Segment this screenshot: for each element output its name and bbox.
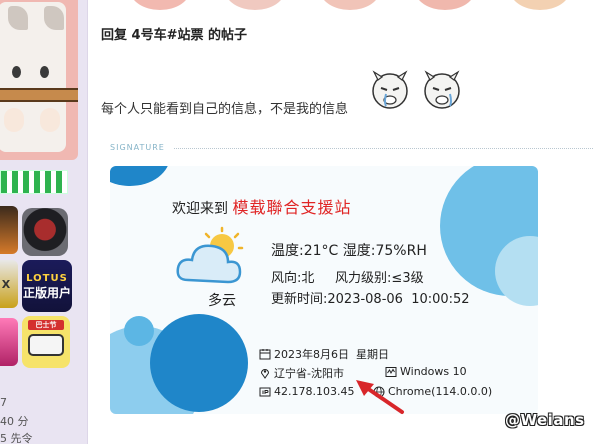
lotus-bottom-text: 正版用户 [22,286,71,300]
top-badge [225,0,285,10]
wind-info: 风向:北 风力级别:≤3级 [271,271,424,286]
update-time: 更新时间:2023-08-06 10:00:52 [271,292,470,307]
os-monitor-icon [385,366,397,377]
location-text: 辽宁省-沈阳市 [274,367,344,380]
signature-welcome: 欢迎来到 模载聯合支援站 [172,194,351,218]
top-badge [510,0,570,10]
bus-festival-tag: 巴士节 [28,320,64,330]
deco-circle [150,314,248,412]
wooden-bar [0,88,78,102]
top-badge [320,0,380,10]
temperature-humidity: 温度:21°C 湿度:75%RH [271,243,427,259]
signature-divider [174,148,593,149]
ip-info: 42.178.103.45 [259,385,354,398]
top-badge [415,0,475,10]
cat-ear [44,6,64,30]
user-stat: 40 分 [0,415,29,428]
top-badge [130,0,190,10]
user-stat: 7 [0,396,7,409]
os-text: Windows 10 [400,365,467,378]
os-info: Windows 10 [385,365,467,378]
cat-ear [8,6,28,30]
deco-circle [124,316,154,346]
deco-circle [110,166,170,186]
lotus-top-text: LOTUS [26,273,68,284]
partly-cloudy-icon [176,226,244,284]
cat-eye [40,66,49,78]
signature-card: 欢迎来到 模载聯合支援站 多云 温度:21°C 湿度:75%RH 风向:北 风力… [110,166,538,414]
date-info: 2023年8月6日 星期日 [259,346,389,362]
watermark: @Weians [505,411,585,429]
medal-icon[interactable] [0,318,18,366]
meme-face-icon [372,70,408,109]
cat-paw [4,108,24,132]
lotus-medal-icon[interactable]: LOTUS 正版用户 [22,260,72,312]
weather-text: 多云 [208,293,236,309]
post-text: 每个人只能看到自己的信息，不是我的信息 [101,102,349,117]
user-stat: 5 先令 [0,432,33,444]
site-name: 模载聯合支援站 [232,198,352,217]
date-text: 2023年8月6日 星期日 [274,348,389,361]
scania-medal-icon[interactable] [22,208,68,256]
reply-title: 回复 4号车#站票 的帖子 [101,28,247,43]
meme-face-icon [424,70,460,109]
progress-stripes [0,170,68,194]
bus-festival-medal-icon[interactable]: 巴士节 [22,316,70,368]
bus-icon [28,334,64,356]
signature-label: SIGNATURE [110,143,165,152]
calendar-icon [259,349,271,360]
ip-address-icon [259,387,271,396]
user-sidebar: X LOTUS 正版用户 巴士节 7 40 分 5 先令 [0,0,88,444]
medal-icon[interactable] [0,206,18,254]
medal-icon[interactable]: X [0,260,18,308]
cat-paw [40,108,60,132]
avatar[interactable] [0,0,78,160]
welcome-prefix: 欢迎来到 [172,201,228,217]
location-pin-icon [260,369,270,379]
location-info: 辽宁省-沈阳市 [259,365,344,381]
cat-eye [12,66,21,78]
ip-text: 42.178.103.45 [274,385,355,398]
red-arrow-annotation-icon [356,380,404,414]
